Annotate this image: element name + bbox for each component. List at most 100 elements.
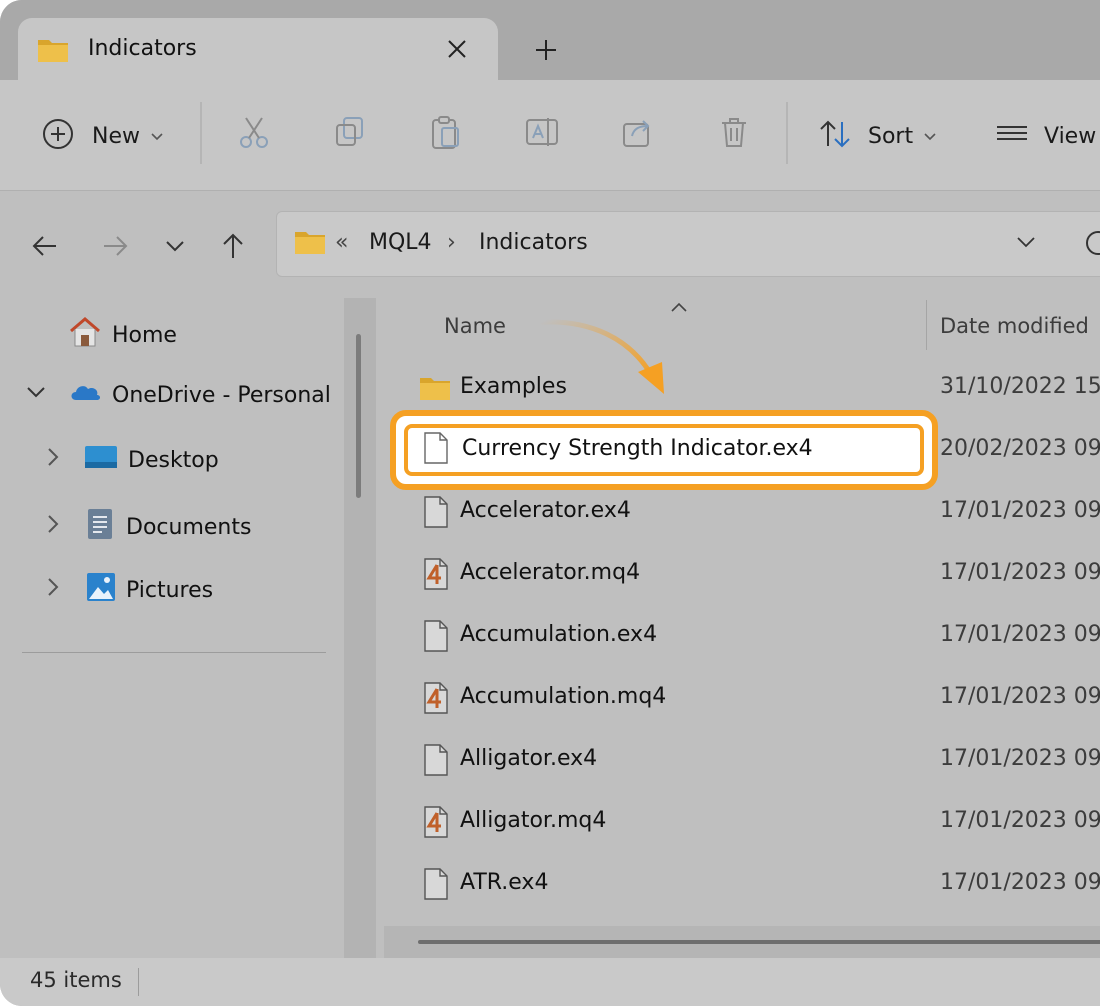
breadcrumb-indicators[interactable]: Indicators xyxy=(479,230,588,255)
file-name: ATR.ex4 xyxy=(460,870,549,895)
file-date-modified: 17/01/2023 09:1 xyxy=(940,684,1100,709)
documents-icon xyxy=(86,508,114,546)
home-icon xyxy=(68,316,102,354)
file-row[interactable]: Accelerator.mq4 17/01/2023 09:1 xyxy=(384,546,1100,604)
status-divider xyxy=(138,968,139,996)
navigation-scrollbar-thumb[interactable] xyxy=(356,334,361,498)
chevron-down-icon xyxy=(923,127,937,146)
status-bar: 45 items xyxy=(0,958,1100,1006)
mq4-file-icon xyxy=(424,682,448,718)
column-separator[interactable] xyxy=(926,300,927,350)
mq4-file-icon xyxy=(424,558,448,594)
desktop-icon xyxy=(84,444,118,476)
breadcrumb-overflow[interactable]: « xyxy=(335,230,348,255)
chevron-down-icon[interactable] xyxy=(24,380,48,410)
sidebar-item-label: Home xyxy=(112,322,177,348)
folder-icon xyxy=(293,228,327,260)
new-label: New xyxy=(92,123,140,149)
file-date-modified: 17/01/2023 09:1 xyxy=(940,746,1100,771)
horizontal-scrollbar-thumb[interactable] xyxy=(418,940,1100,944)
close-icon[interactable] xyxy=(442,34,472,64)
file-date-modified: 31/10/2022 15:4 xyxy=(940,374,1100,399)
file-name: Examples xyxy=(460,374,567,399)
chevron-right-icon[interactable] xyxy=(40,445,64,475)
file-row[interactable]: ATR.ex4 17/01/2023 09:1 xyxy=(384,856,1100,914)
toolbar-divider xyxy=(786,102,788,164)
file-date-modified: 17/01/2023 09:1 xyxy=(940,560,1100,585)
sidebar-item-onedrive[interactable]: OneDrive - Personal xyxy=(24,380,331,410)
mq4-file-icon xyxy=(424,806,448,842)
item-count: 45 items xyxy=(30,968,122,992)
file-name: Accelerator.ex4 xyxy=(460,498,631,523)
paste-icon[interactable] xyxy=(428,114,464,150)
address-bar[interactable]: « MQL4 › Indicators xyxy=(276,211,1100,277)
file-row-selected[interactable]: Currency Strength Indicator.ex4 20/02/20… xyxy=(384,422,1100,480)
document-file-icon xyxy=(424,744,448,780)
column-header-name[interactable]: Name xyxy=(444,314,506,338)
sidebar-item-label: Documents xyxy=(126,514,252,540)
rename-icon[interactable] xyxy=(524,114,560,150)
folder-icon xyxy=(418,374,452,406)
back-arrow-icon[interactable] xyxy=(30,231,60,261)
file-date-modified: 17/01/2023 09:1 xyxy=(940,498,1100,523)
document-file-icon xyxy=(424,432,448,468)
document-file-icon xyxy=(424,496,448,532)
sidebar-item-label: OneDrive - Personal xyxy=(112,382,331,408)
share-icon[interactable] xyxy=(620,114,656,150)
file-row[interactable]: Alligator.ex4 17/01/2023 09:1 xyxy=(384,732,1100,790)
column-header-date-modified[interactable]: Date modified xyxy=(940,314,1089,338)
view-button[interactable]: View xyxy=(996,118,1096,154)
command-bar: New Sort View xyxy=(0,80,1100,190)
sidebar-item-label: Desktop xyxy=(128,447,219,473)
breadcrumb-mql4[interactable]: MQL4 xyxy=(369,230,432,255)
sidebar-item-desktop[interactable]: Desktop xyxy=(40,444,219,476)
file-name: Accumulation.ex4 xyxy=(460,622,658,647)
file-date-modified: 20/02/2023 09:4 xyxy=(940,436,1100,461)
file-row[interactable]: Examples 31/10/2022 15:4 xyxy=(384,360,1100,418)
tab-strip: Indicators xyxy=(0,0,1100,80)
chevron-down-icon xyxy=(150,127,164,146)
sort-button[interactable]: Sort xyxy=(818,118,937,154)
new-tab-button[interactable] xyxy=(530,34,562,66)
file-date-modified: 17/01/2023 09:1 xyxy=(940,808,1100,833)
folder-icon xyxy=(36,36,70,68)
sidebar-item-home[interactable]: Home xyxy=(68,316,177,354)
up-arrow-icon[interactable] xyxy=(218,231,248,261)
chevron-right-icon[interactable] xyxy=(40,512,64,542)
tab-title: Indicators xyxy=(88,36,197,61)
file-date-modified: 17/01/2023 09:1 xyxy=(940,870,1100,895)
sidebar-divider xyxy=(22,652,326,653)
file-name: Alligator.ex4 xyxy=(460,746,598,771)
file-name: Alligator.mq4 xyxy=(460,808,607,833)
toolbar-divider xyxy=(200,102,202,164)
file-name: Accelerator.mq4 xyxy=(460,560,641,585)
sort-icon xyxy=(818,118,852,154)
breadcrumb-separator: › xyxy=(447,230,456,255)
recent-locations-chevron-icon[interactable] xyxy=(162,231,192,261)
file-row[interactable]: Accelerator.ex4 17/01/2023 09:1 xyxy=(384,484,1100,542)
copy-icon[interactable] xyxy=(332,114,368,150)
document-file-icon xyxy=(424,868,448,904)
sidebar-item-documents[interactable]: Documents xyxy=(40,508,251,546)
delete-icon[interactable] xyxy=(716,114,752,150)
tab-indicators[interactable]: Indicators xyxy=(18,18,498,80)
sort-label: Sort xyxy=(868,123,914,149)
onedrive-icon xyxy=(68,380,102,410)
cut-icon[interactable] xyxy=(236,114,272,150)
new-button[interactable]: New xyxy=(42,118,164,154)
file-row[interactable]: Alligator.mq4 17/01/2023 09:1 xyxy=(384,794,1100,852)
pictures-icon xyxy=(86,572,116,608)
plus-circle-icon xyxy=(42,118,74,154)
sidebar-item-label: Pictures xyxy=(126,577,214,603)
chevron-down-icon[interactable] xyxy=(1015,234,1037,254)
file-name: Currency Strength Indicator.ex4 xyxy=(462,436,813,461)
file-row[interactable]: Accumulation.mq4 17/01/2023 09:1 xyxy=(384,670,1100,728)
chevron-right-icon[interactable] xyxy=(40,575,64,605)
sidebar-item-pictures[interactable]: Pictures xyxy=(40,572,213,608)
view-list-icon xyxy=(996,118,1028,154)
sort-ascending-chevron-icon xyxy=(670,298,688,317)
file-row[interactable]: Accumulation.ex4 17/01/2023 09:1 xyxy=(384,608,1100,666)
refresh-icon[interactable] xyxy=(1083,228,1100,262)
address-row: « MQL4 › Indicators xyxy=(0,190,1100,299)
forward-arrow-icon[interactable] xyxy=(100,231,130,261)
